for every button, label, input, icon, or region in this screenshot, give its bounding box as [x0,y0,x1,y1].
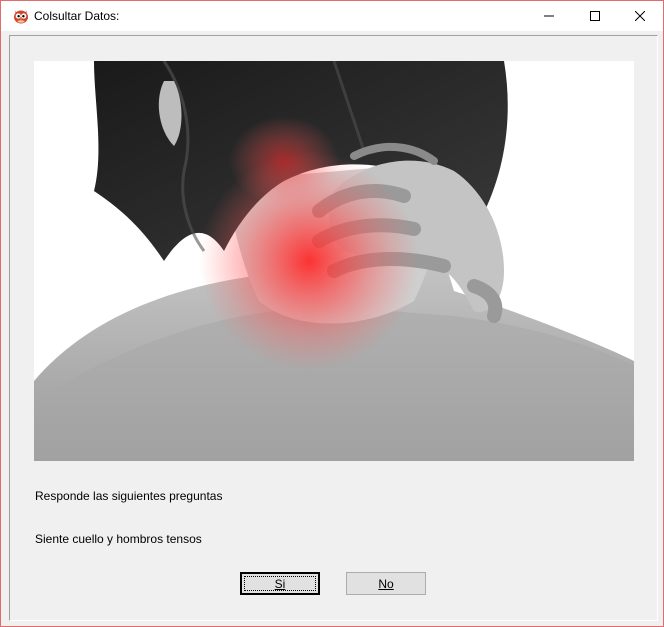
minimize-button[interactable] [526,1,572,31]
neck-pain-photo [34,61,634,461]
minimize-icon [544,15,554,17]
yes-button[interactable]: Si [240,572,320,595]
instructions-label: Responde las siguientes preguntas [35,489,223,503]
no-button[interactable]: No [346,572,426,595]
neck-pain-illustration [34,61,634,461]
question-label: Siente cuello y hombros tensos [35,532,202,546]
close-button[interactable] [617,1,663,31]
maximize-icon [590,11,600,21]
window-title: Colsultar Datos: [34,9,120,23]
focus-rectangle [244,576,316,591]
close-icon [635,11,645,21]
maximize-button[interactable] [572,1,618,31]
owl-app-icon[interactable] [13,8,29,24]
title-bar[interactable]: Colsultar Datos: [1,1,663,31]
consult-window: Colsultar Datos: Responde las siguientes… [0,0,664,627]
no-button-label: No [378,576,394,591]
